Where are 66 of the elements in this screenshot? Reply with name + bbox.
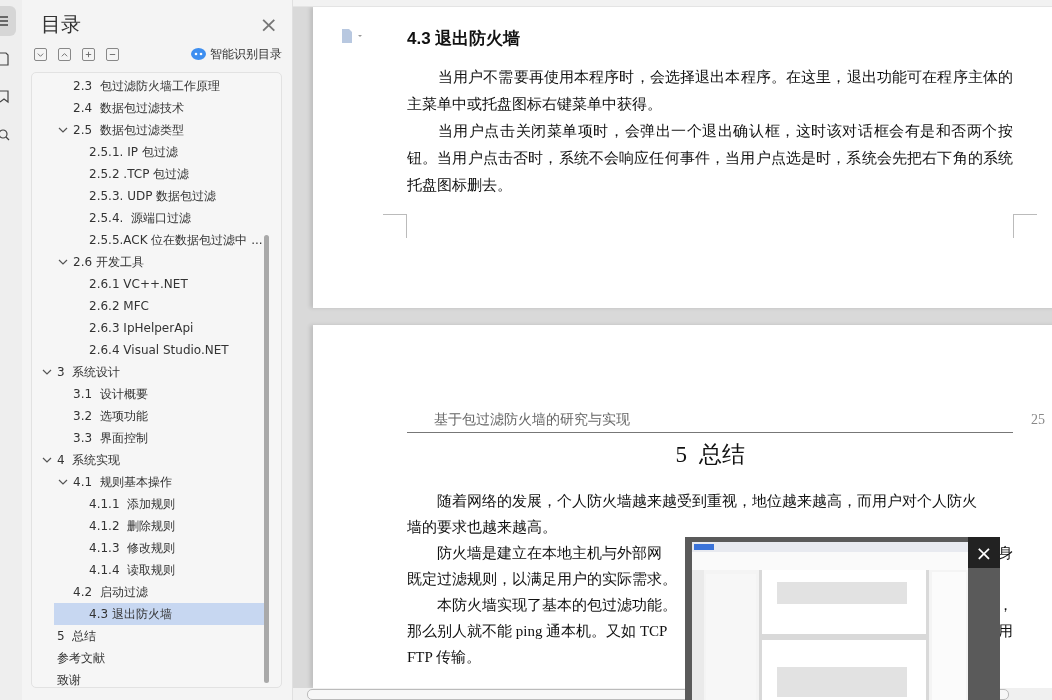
- collapse-button[interactable]: [34, 47, 47, 61]
- expand-button[interactable]: [58, 47, 71, 61]
- toc-item[interactable]: 2.4 数据包过滤技术: [32, 97, 264, 119]
- toc-item[interactable]: 2.6.3 IpHelperApi: [32, 317, 264, 339]
- toc-item[interactable]: 2.6.2 MFC: [32, 295, 264, 317]
- page-header: 基于包过滤防火墙的研究与实现: [434, 411, 630, 429]
- plus-icon: [84, 49, 93, 59]
- toc-item[interactable]: 2.5.4. 源端口过滤: [32, 207, 264, 229]
- toc-item[interactable]: 2.6.1 VC++.NET: [32, 273, 264, 295]
- toc-item[interactable]: 4.1.3 修改规则: [32, 537, 264, 559]
- body-text: 本防火墙实现了基本的包过滤功能。: [436, 595, 677, 615]
- crop-mark: [1013, 214, 1037, 238]
- body-text: 那么别人就不能 ping 通本机。又如 TCP: [407, 621, 668, 641]
- toc-item[interactable]: 2.5.1. IP 包过滤: [32, 141, 264, 163]
- body-text: 随着网络的发展，个人防火墙越来越受到重视，地位越来越高，而用户对个人防火: [436, 491, 977, 511]
- body-text: FTP 传输。: [407, 647, 482, 667]
- toc-item[interactable]: 2.5.2 .TCP 包过滤: [32, 163, 264, 185]
- chevron-down-icon[interactable]: [58, 125, 68, 135]
- body-paragraph: 当用户不需要再使用本程序时，会选择退出本程序。在这里，退出功能可在程序主体的主菜单中或托盘图标右键菜单中获得。: [407, 67, 1013, 114]
- chevron-down-icon[interactable]: [58, 257, 68, 267]
- toc-item[interactable]: 4.1.2 删除规则: [32, 515, 264, 537]
- document-icon[interactable]: [0, 52, 9, 66]
- toc-item[interactable]: 致谢: [32, 669, 264, 687]
- toc-item[interactable]: 3.1 设计概要: [32, 383, 264, 405]
- toc-item[interactable]: 3.3 界面控制: [32, 427, 264, 449]
- robot-face-icon: [191, 48, 206, 60]
- toc-item[interactable]: 2.5.3. UDP 数据包过滤: [32, 185, 264, 207]
- close-button[interactable]: ×: [255, 11, 282, 37]
- toc-item[interactable]: 4.1 规则基本操作: [32, 471, 264, 493]
- body-text: 身: [998, 543, 1013, 563]
- search-icon[interactable]: [0, 128, 10, 142]
- body-text: 用: [998, 621, 1013, 641]
- toc-item[interactable]: 2.3 包过滤防火墙工作原理: [32, 75, 264, 97]
- toc-item[interactable]: 3.2 选项功能: [32, 405, 264, 427]
- chapter-title: 5 总结: [675, 442, 745, 467]
- toc-item[interactable]: 4 系统实现: [32, 449, 264, 471]
- body-text: 既定过滤规则，以满足用户的实际需求。: [407, 569, 677, 589]
- toc-item[interactable]: 参考文献: [32, 647, 264, 669]
- body-text: 防火墙是建立在本地主机与外部网: [436, 543, 662, 563]
- plus-button[interactable]: [82, 47, 95, 61]
- chevron-down-icon[interactable]: [42, 455, 52, 465]
- smart-toc-button[interactable]: 智能识别目录: [191, 45, 282, 63]
- toc-item[interactable]: 2.5.5.ACK 位在数据包过滤中 ...: [32, 229, 264, 251]
- toc-item[interactable]: 2.6 开发工具: [32, 251, 264, 273]
- chevron-down-icon[interactable]: [42, 367, 52, 377]
- crop-mark: [383, 214, 407, 238]
- section-heading: 4.3 退出防火墙: [407, 27, 522, 50]
- scrollbar[interactable]: [264, 235, 269, 683]
- toc-item[interactable]: 2.5 数据包过滤类型: [32, 119, 264, 141]
- body-paragraph: 当用户点击关闭菜单项时，会弹出一个退出确认框，这时该对话框会有是和否两个按钮。当用户点击否时，系统不会响应任何事件，当用户点选是时，系统会先把右下角的系统托盘图标删去。: [407, 121, 1013, 195]
- toc-item[interactable]: 5 总结: [32, 625, 264, 647]
- menu-icon[interactable]: [0, 15, 10, 27]
- chevron-down-icon[interactable]: [58, 477, 68, 487]
- body-text: ，: [998, 595, 1013, 615]
- toc-item[interactable]: 2.6.4 Visual Studio.NET: [32, 339, 264, 361]
- close-button[interactable]: ×: [968, 537, 1000, 568]
- toc-item[interactable]: 4.2 启动过滤: [32, 581, 264, 603]
- panel-title: 目录: [41, 10, 81, 38]
- toc-item[interactable]: 4.1.4 读取规则: [32, 559, 264, 581]
- bookmark-icon[interactable]: [0, 90, 9, 104]
- body-text: 墙的要求也越来越高。: [407, 517, 557, 537]
- toc-item[interactable]: 3 系统设计: [32, 361, 264, 383]
- toc-item[interactable]: 4.1.1 添加规则: [32, 493, 264, 515]
- minus-button[interactable]: [106, 47, 119, 61]
- toc-item[interactable]: 4.3 退出防火墙: [54, 603, 264, 625]
- page-number: 25: [1031, 412, 1045, 428]
